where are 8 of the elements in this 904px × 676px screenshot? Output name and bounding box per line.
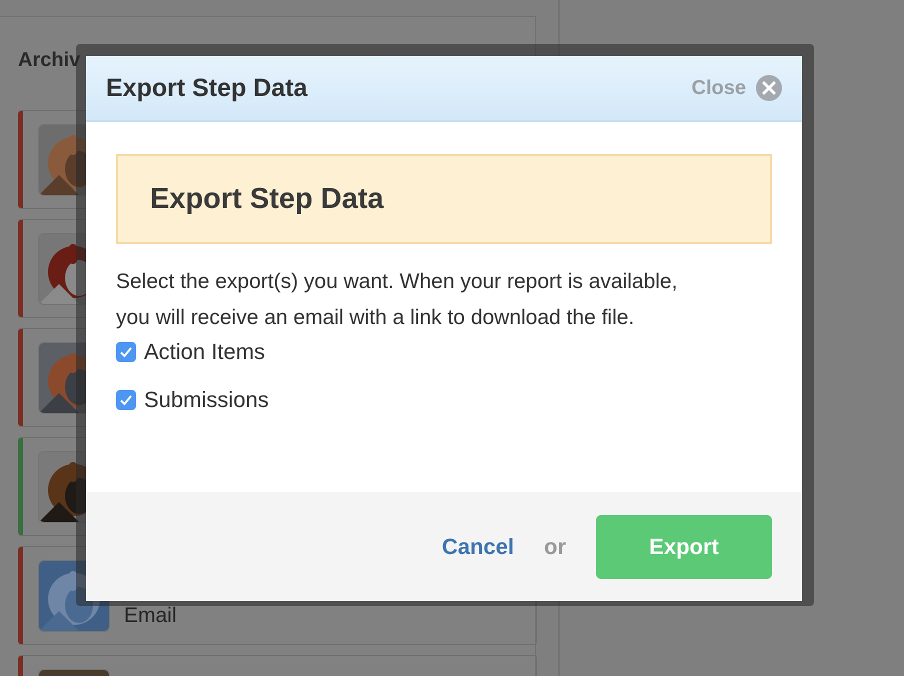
message-text: Select the export(s) you want. When your report is available, you will receive an email with a link to download the file.	[116, 269, 678, 331]
option-label: Submissions	[144, 387, 269, 413]
separator-text: or	[544, 534, 566, 560]
section-title: Archiv	[18, 49, 82, 72]
dialog-title: Export Step Data	[106, 74, 308, 102]
option-label: Action Items	[144, 339, 266, 365]
card-title: Email	[124, 604, 177, 628]
banner-title: Export Step Data	[150, 182, 384, 216]
